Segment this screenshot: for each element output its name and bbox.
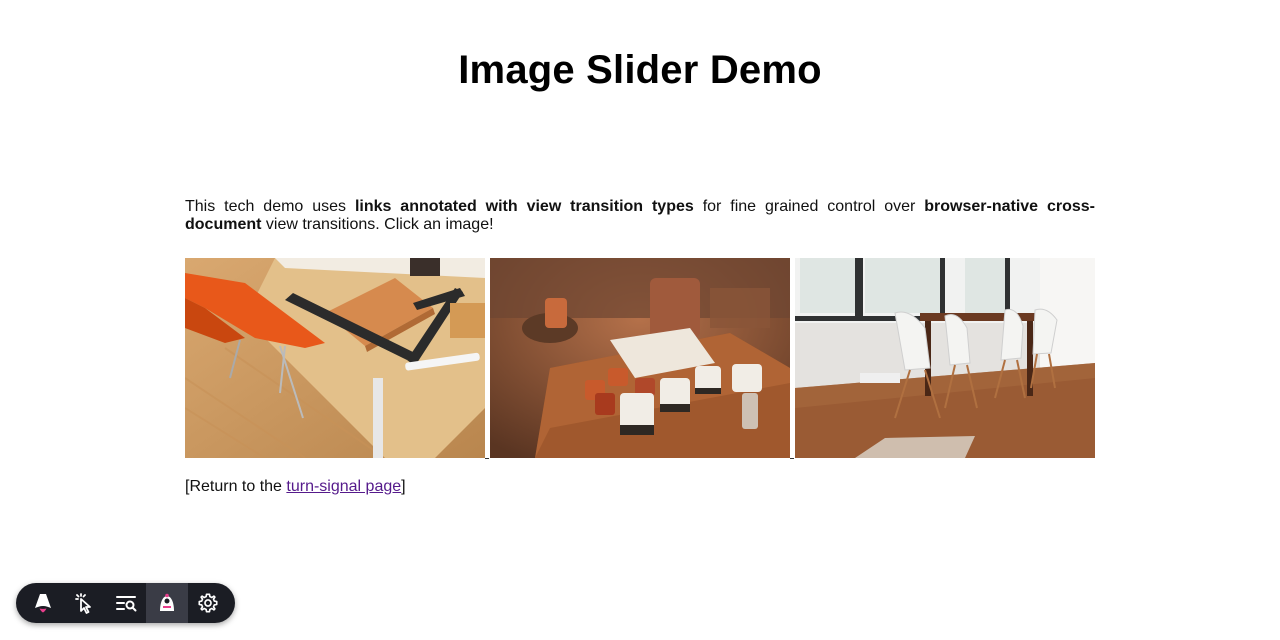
page-title: Image Slider Demo xyxy=(458,48,822,92)
cursor-inspect-icon xyxy=(75,593,92,614)
intro-text-3: view transitions. Click an image! xyxy=(261,216,494,233)
return-suffix: ] xyxy=(401,478,406,495)
gallery-image-dining-room[interactable] xyxy=(795,258,1095,458)
link-underline-fragment xyxy=(485,458,489,459)
intro-paragraph: This tech demo uses links annotated with… xyxy=(185,198,1095,234)
intro-text-1: This tech demo uses xyxy=(185,198,355,215)
return-prefix: [Return to the xyxy=(185,478,287,495)
accessibility-app-button[interactable] xyxy=(146,583,188,623)
return-line: [Return to the turn-signal page] xyxy=(185,478,406,496)
settings-button[interactable] xyxy=(188,583,229,623)
dev-toolbar xyxy=(16,583,235,623)
inspect-button[interactable] xyxy=(63,583,104,623)
gallery-image-desk[interactable] xyxy=(185,258,485,458)
intro-bold-1: links annotated with view transition typ… xyxy=(354,198,694,215)
intro-text-2: for fine grained control over xyxy=(693,198,925,215)
audit-list-icon xyxy=(115,596,137,612)
page: Image Slider Demo This tech demo uses li… xyxy=(0,0,1280,640)
link-underline-fragment xyxy=(790,458,794,459)
astro-logo-icon xyxy=(34,594,51,613)
audit-button[interactable] xyxy=(105,583,146,623)
turn-signal-page-link[interactable]: turn-signal page xyxy=(286,478,401,495)
gear-icon xyxy=(198,593,218,613)
image-gallery xyxy=(185,258,1095,459)
accessibility-icon xyxy=(159,593,174,611)
astro-menu-button[interactable] xyxy=(22,583,63,623)
gallery-image-cups[interactable] xyxy=(490,258,790,458)
